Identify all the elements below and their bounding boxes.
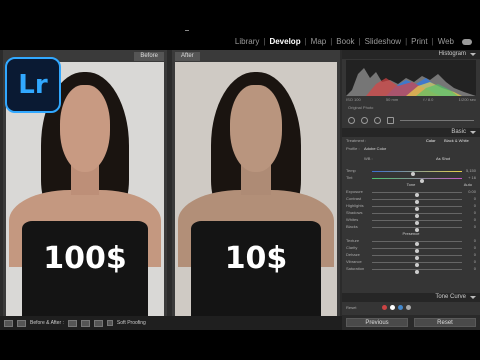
basic-header[interactable]: Basic <box>342 128 480 137</box>
tone-curve-header[interactable]: Tone Curve <box>342 293 480 302</box>
swap-icon[interactable] <box>67 319 77 327</box>
crop-icon[interactable] <box>348 116 355 124</box>
soft-proofing-checkbox[interactable] <box>106 320 113 326</box>
original-photo-label[interactable]: Original Photo <box>348 105 373 110</box>
right-panel: Histogram ISO 100 50 mm f / 8.0 1/200 se… <box>342 50 480 330</box>
collapse-triangle-icon[interactable] <box>470 131 476 134</box>
heal-icon[interactable] <box>361 116 368 124</box>
red-dot-icon[interactable] <box>382 305 387 310</box>
copy-settings-back-icon[interactable] <box>93 319 103 327</box>
profile-row: Profile : Adobe Color <box>346 146 387 151</box>
treatment-bw[interactable]: Black & White <box>444 138 469 143</box>
after-label: After <box>175 52 200 61</box>
mask-icon[interactable] <box>387 116 394 124</box>
collapse-triangle-icon[interactable] <box>470 53 476 56</box>
gray-dot-icon[interactable] <box>406 305 411 310</box>
treatment-row: Treatment : Color Black & White <box>346 138 469 143</box>
after-price-text: 10$ <box>224 241 288 277</box>
dehaze-slider[interactable]: Dehaze 0 <box>346 252 476 260</box>
module-slideshow[interactable]: Slideshow <box>365 37 401 46</box>
blue-dot-icon[interactable] <box>398 305 403 310</box>
shadows-slider[interactable]: Shadows 0 <box>346 210 476 218</box>
texture-slider[interactable]: Texture 0 <box>346 238 476 246</box>
after-pane: After 10$ <box>172 50 340 318</box>
after-photo[interactable]: 10$ <box>175 62 337 318</box>
module-picker: Library | Develop | Map | Book | Slidesh… <box>235 37 472 46</box>
bottom-buttons: Previous Reset <box>342 315 480 330</box>
view-icons <box>382 305 411 310</box>
tool-strip-divider <box>400 119 474 121</box>
reset-row: Reset <box>342 303 480 313</box>
clarity-slider[interactable]: Clarity 0 <box>346 245 476 253</box>
wb-row: WB : As Shot <box>364 156 451 161</box>
reset-button[interactable]: Reset <box>414 318 476 327</box>
tone-rows: Exposure 0.00 Contrast 0 Highlights 0 Shadows 0… <box>346 189 476 232</box>
blacks-knob[interactable] <box>415 228 419 232</box>
tool-strip <box>348 114 474 126</box>
presence-section-label: Presence <box>402 231 420 236</box>
redeye-icon[interactable] <box>374 116 381 124</box>
contrast-slider[interactable]: Contrast 0 <box>346 196 476 204</box>
soft-proofing-label: Soft Proofing <box>116 320 146 326</box>
previous-button[interactable]: Previous <box>346 318 408 327</box>
histogram-graph <box>346 68 476 96</box>
histogram-header[interactable]: Histogram <box>342 50 480 59</box>
copy-settings-icon[interactable] <box>80 319 90 327</box>
module-develop[interactable]: Develop <box>269 37 300 46</box>
presence-rows: Texture 0 Clarity 0 Dehaze 0 Vibrance 0 Saturati… <box>346 238 476 274</box>
tone-auto-button[interactable]: Auto <box>464 182 472 187</box>
tone-section-label: Tone Auto <box>406 182 472 187</box>
module-web[interactable]: Web <box>438 37 454 46</box>
whites-slider[interactable]: Whites 0 <box>346 217 476 225</box>
bottom-toolbar: Before & After : Soft Proofing <box>0 316 342 330</box>
module-library[interactable]: Library <box>235 37 259 46</box>
before-label: Before <box>134 52 164 61</box>
module-print[interactable]: Print <box>411 37 427 46</box>
module-book[interactable]: Book <box>336 37 354 46</box>
profile-select[interactable]: Adobe Color <box>364 146 386 151</box>
tiny-mark <box>185 30 189 31</box>
histogram-readouts: ISO 100 50 mm f / 8.0 1/200 sec <box>346 97 476 102</box>
exposure-slider[interactable]: Exposure 0.00 <box>346 189 476 197</box>
collapse-triangle-icon[interactable] <box>470 296 476 299</box>
lightroom-logo-icon: Lr <box>5 57 61 113</box>
compare-view-icon[interactable] <box>17 319 26 327</box>
basic-panel: Treatment : Color Black & White Profile … <box>346 138 476 274</box>
bottom-letterbox <box>0 330 480 360</box>
saturation-slider[interactable]: Saturation 0 <box>346 266 476 274</box>
blacks-slider[interactable]: Blacks 0 <box>346 224 476 232</box>
top-bar: Library | Develop | Map | Book | Slidesh… <box>0 0 480 50</box>
view-mode-label[interactable]: Before & After : <box>30 320 64 326</box>
highlights-slider[interactable]: Highlights 0 <box>346 203 476 211</box>
tint-slider[interactable]: Tint + 16 <box>346 175 476 183</box>
temp-slider[interactable]: Temp 5,150 <box>346 168 476 176</box>
treatment-color[interactable]: Color <box>426 138 436 143</box>
white-dot-icon[interactable] <box>390 305 395 310</box>
vibrance-slider[interactable]: Vibrance 0 <box>346 259 476 267</box>
module-map[interactable]: Map <box>311 37 327 46</box>
histogram <box>346 60 476 96</box>
saturation-knob[interactable] <box>415 270 419 274</box>
wb-select[interactable]: As Shot <box>436 156 450 161</box>
cloud-icon[interactable] <box>462 38 472 45</box>
loupe-view-icon[interactable] <box>4 319 13 327</box>
before-price-text: 100$ <box>43 241 127 277</box>
